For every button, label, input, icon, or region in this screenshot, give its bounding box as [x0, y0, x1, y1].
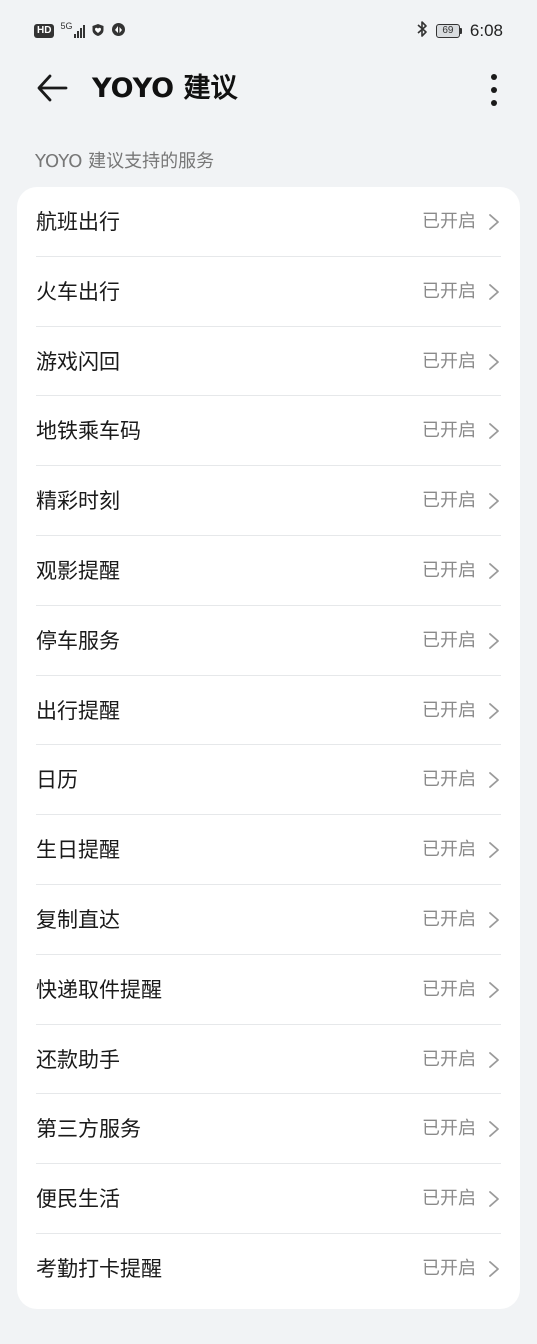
service-status: 已开启 [422, 350, 476, 372]
chevron-right-icon [489, 353, 499, 370]
service-row-convenience[interactable]: 便民生活 已开启 [17, 1164, 520, 1234]
service-status: 已开启 [422, 699, 476, 721]
service-row-flight[interactable]: 航班出行 已开启 [17, 187, 520, 257]
chevron-right-icon [489, 1121, 499, 1138]
service-row-travel-reminder[interactable]: 出行提醒 已开启 [17, 676, 520, 746]
service-label: 航班出行 [36, 210, 120, 234]
page-title: YOYO 建议 [92, 73, 238, 104]
service-status: 已开启 [422, 1118, 476, 1140]
chevron-right-icon [489, 912, 499, 928]
service-status: 已开启 [422, 839, 476, 861]
chevron-right-icon [489, 493, 499, 510]
service-status: 已开启 [422, 978, 476, 1000]
vpn-icon [111, 22, 126, 41]
chevron-right-icon [489, 1261, 499, 1277]
chevron-right-icon [489, 632, 499, 649]
service-row-birthday[interactable]: 生日提醒 已开启 [17, 815, 520, 885]
service-status: 已开启 [422, 560, 476, 581]
service-label: 快递取件提醒 [36, 977, 162, 1002]
service-label: 第三方服务 [36, 1117, 141, 1142]
more-vertical-icon [491, 74, 497, 106]
service-label: 复制直达 [36, 908, 120, 932]
service-row-highlights[interactable]: 精彩时刻 已开启 [17, 466, 520, 536]
service-label: 还款助手 [36, 1047, 120, 1072]
service-label: 便民生活 [36, 1187, 120, 1212]
service-label: 游戏闪回 [36, 349, 120, 374]
service-label: 考勤打卡提醒 [36, 1257, 162, 1281]
chevron-right-icon [489, 981, 499, 998]
service-status: 已开启 [422, 909, 476, 930]
section-label: YOYO 建议支持的服务 [35, 151, 215, 172]
service-row-parking[interactable]: 停车服务 已开启 [17, 606, 520, 676]
chevron-right-icon [489, 1051, 499, 1068]
service-label: 日历 [36, 768, 78, 793]
service-status: 已开启 [422, 1048, 476, 1070]
chevron-right-icon [489, 563, 499, 579]
chevron-right-icon [489, 214, 499, 230]
bluetooth-icon [416, 20, 428, 42]
service-label: 生日提醒 [36, 838, 120, 863]
service-row-train[interactable]: 火车出行 已开启 [17, 257, 520, 327]
service-row-calendar[interactable]: 日历 已开启 [17, 745, 520, 816]
chevron-right-icon [489, 1191, 499, 1208]
service-row-game-flashback[interactable]: 游戏闪回 已开启 [17, 327, 520, 397]
app-header: YOYO 建议 [0, 62, 537, 118]
clock-time: 6:08 [469, 21, 503, 40]
chevron-right-icon [489, 702, 499, 719]
service-row-parcel-pickup[interactable]: 快递取件提醒 已开启 [17, 955, 520, 1025]
signal-icon [74, 24, 86, 38]
heart-shield-icon [91, 22, 105, 41]
hd-icon: HD [34, 24, 55, 38]
chevron-right-icon [489, 772, 499, 789]
status-right-group: 69 6:08 [416, 18, 503, 44]
service-label: 出行提醒 [36, 698, 120, 723]
service-status: 已开启 [422, 1188, 476, 1210]
chevron-right-icon [489, 283, 499, 300]
service-status: 已开启 [422, 211, 476, 232]
service-label: 火车出行 [36, 279, 120, 304]
service-label: 地铁乘车码 [36, 419, 141, 444]
battery-icon: 69 [435, 24, 462, 38]
service-row-metro-code[interactable]: 地铁乘车码 已开启 [17, 396, 520, 467]
status-bar: HD 5G 69 6:08 [0, 0, 537, 62]
service-status: 已开启 [422, 490, 476, 512]
chevron-right-icon [489, 423, 499, 440]
service-status: 已开启 [422, 769, 476, 791]
back-button[interactable] [34, 70, 70, 106]
chevron-right-icon [489, 842, 499, 859]
service-row-movie-reminder[interactable]: 观影提醒 已开启 [17, 536, 520, 606]
more-options-button[interactable] [479, 68, 509, 112]
service-label: 观影提醒 [36, 559, 120, 583]
battery-level: 69 [435, 24, 460, 38]
service-row-copy-direct[interactable]: 复制直达 已开启 [17, 885, 520, 955]
service-status: 已开启 [422, 420, 476, 442]
service-row-third-party[interactable]: 第三方服务 已开启 [17, 1094, 520, 1165]
service-label: 精彩时刻 [36, 489, 120, 514]
service-row-repayment[interactable]: 还款助手 已开启 [17, 1025, 520, 1095]
back-arrow-icon [37, 74, 68, 102]
status-left-group: HD 5G [34, 20, 126, 42]
network-type: 5G [60, 20, 73, 31]
services-card: 航班出行 已开启 火车出行 已开启 游戏闪回 已开启 地铁乘车码 已开启 精彩时… [17, 187, 520, 1309]
service-status: 已开启 [422, 629, 476, 651]
service-status: 已开启 [422, 1258, 476, 1279]
service-row-attendance[interactable]: 考勤打卡提醒 已开启 [17, 1234, 520, 1304]
service-status: 已开启 [422, 280, 476, 302]
service-label: 停车服务 [36, 628, 120, 653]
